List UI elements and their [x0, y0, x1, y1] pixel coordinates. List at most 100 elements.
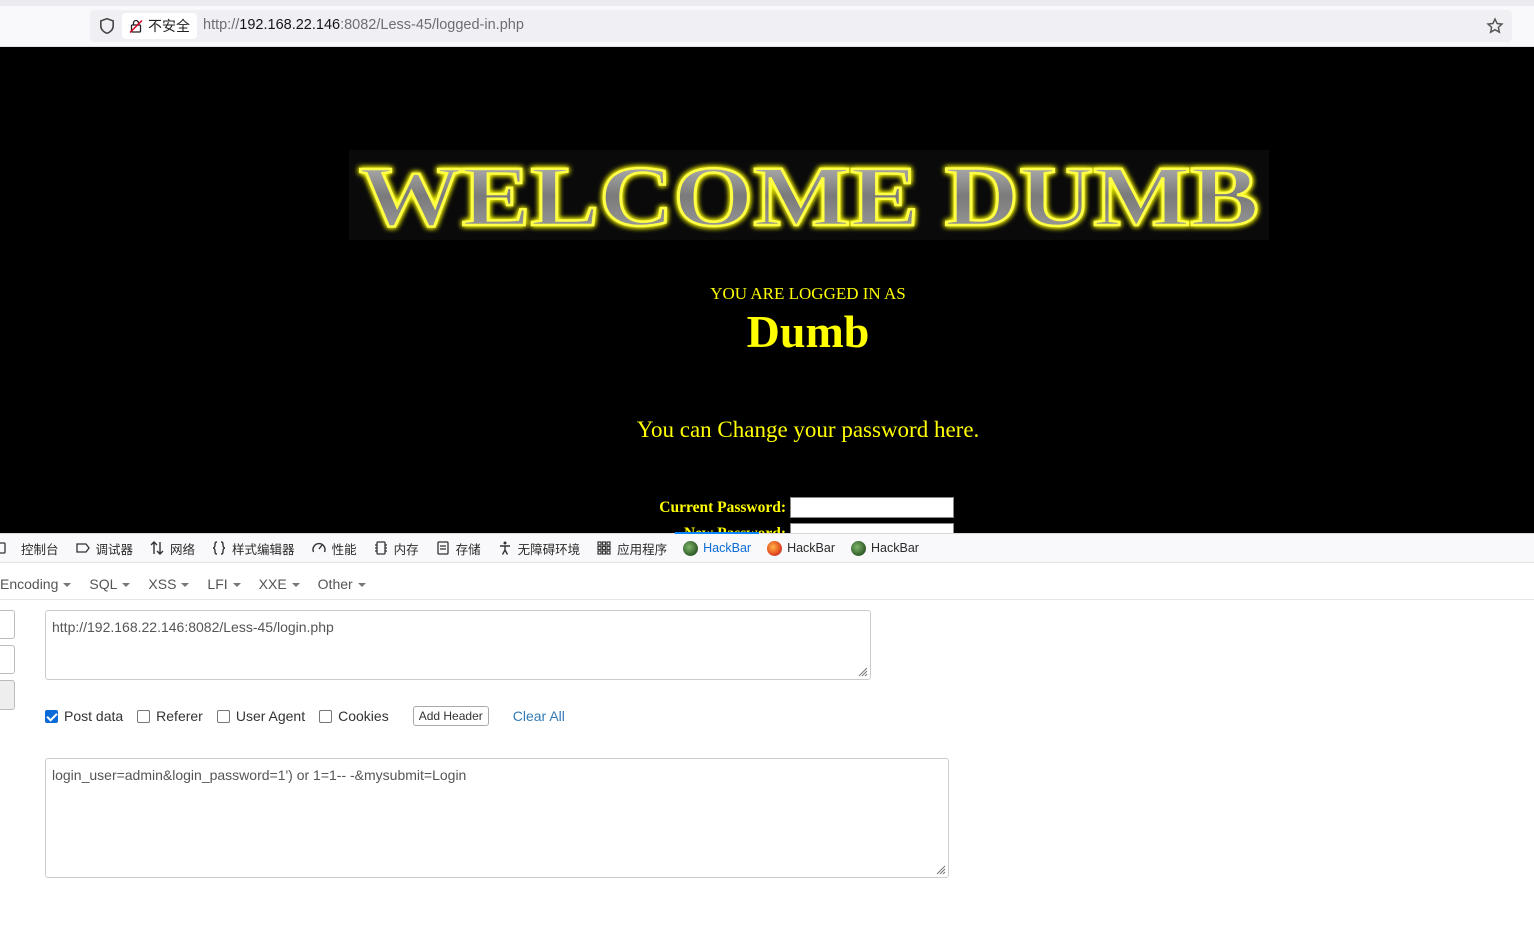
security-indicator[interactable]: 不安全: [122, 13, 197, 39]
split-url-button[interactable]: [0, 645, 15, 674]
new-password-input[interactable]: [790, 523, 954, 533]
username-display: Dumb: [746, 306, 870, 357]
change-password-text: You can Change your password here.: [636, 417, 980, 442]
menu-label: LFI: [207, 576, 228, 592]
devtools-tab-bar: 控制台 调试器 网络 样式编辑器 性能 内存 存储 无障碍环境 应用程序 Hac…: [0, 532, 1534, 563]
tab-label: HackBar: [703, 541, 752, 555]
referer-checkbox[interactable]: [137, 709, 151, 723]
caret-down-icon: [181, 583, 190, 587]
menu-label: XXE: [258, 576, 287, 592]
tab-hackbar-3[interactable]: HackBar: [843, 534, 927, 562]
menu-label: XSS: [148, 576, 177, 592]
console-icon: [0, 542, 6, 554]
post-data-option[interactable]: Post data: [45, 708, 123, 724]
cookies-option[interactable]: Cookies: [319, 708, 389, 724]
tab-label: 性能: [331, 542, 357, 557]
referer-option[interactable]: Referer: [137, 708, 203, 724]
style-editor-icon: [212, 541, 226, 555]
current-password-row: Current Password:: [594, 497, 954, 518]
menu-other[interactable]: Other: [309, 576, 375, 592]
performance-icon: [311, 542, 326, 553]
tab-console[interactable]: 控制台: [0, 534, 67, 562]
current-password-label: Current Password:: [659, 498, 786, 516]
load-url-button[interactable]: [0, 610, 15, 639]
current-password-input[interactable]: [790, 497, 954, 518]
url-path: :8082/Less-45/logged-in.php: [340, 17, 524, 33]
logged-in-label: YOU ARE LOGGED IN AS: [710, 284, 906, 303]
url-textarea-value: http://192.168.22.146:8082/Less-45/login…: [52, 619, 334, 635]
option-label: Post data: [64, 708, 124, 724]
caret-down-icon: [232, 583, 241, 587]
memory-icon: [374, 541, 387, 555]
tab-hackbar-1[interactable]: HackBar: [675, 532, 760, 562]
tab-label: 内存: [393, 542, 419, 557]
menu-label: SQL: [89, 576, 118, 592]
tab-label: 调试器: [95, 542, 134, 557]
option-label: User Agent: [235, 708, 306, 724]
tab-label: 控制台: [21, 542, 59, 557]
tab-label: 无障碍环境: [517, 542, 581, 557]
tab-memory[interactable]: 内存: [365, 534, 427, 562]
menu-label: Other: [317, 576, 353, 592]
url-host: 192.168.22.146: [239, 17, 341, 33]
menu-lfi[interactable]: LFI: [198, 576, 249, 592]
hackbar-orange-icon: [767, 540, 783, 556]
bookmark-star-icon[interactable]: [1486, 17, 1504, 35]
tab-label: 应用程序: [617, 542, 668, 557]
execute-button[interactable]: [0, 680, 15, 710]
caret-down-icon: [291, 583, 300, 587]
tab-storage[interactable]: 存储: [427, 534, 489, 562]
hackbar-menu: Encoding SQL XSS LFI XXE Other: [0, 569, 1534, 600]
welcome-banner-text: WELCOME DUMB: [359, 150, 1259, 240]
network-icon: [150, 541, 164, 555]
add-header-button[interactable]: Add Header: [412, 706, 489, 726]
user-agent-option[interactable]: User Agent: [216, 708, 306, 724]
tab-hackbar-2[interactable]: HackBar: [759, 534, 843, 562]
tab-label: 样式编辑器: [232, 542, 295, 557]
debugger-icon: [75, 543, 90, 553]
clear-all-link[interactable]: Clear All: [513, 708, 565, 724]
menu-xss[interactable]: XSS: [139, 576, 198, 592]
tab-performance[interactable]: 性能: [303, 534, 365, 562]
tab-label: 存储: [455, 542, 481, 557]
storage-icon: [436, 541, 449, 555]
post-data-checkbox[interactable]: [45, 709, 58, 723]
shield-icon[interactable]: [98, 17, 116, 35]
caret-down-icon: [63, 583, 72, 587]
tab-strip-edge: [0, 0, 1534, 6]
tab-debugger[interactable]: 调试器: [67, 534, 142, 562]
application-icon: [597, 541, 611, 555]
option-label: Cookies: [338, 708, 389, 724]
resize-grip-icon[interactable]: [934, 863, 946, 875]
new-password-row: New Password:: [594, 523, 954, 533]
welcome-banner-image: WELCOME DUMB: [349, 150, 1269, 240]
post-data-value: login_user=admin&login_password=1') or 1…: [52, 767, 467, 783]
menu-encoding[interactable]: Encoding: [0, 576, 80, 592]
tab-network[interactable]: 网络: [141, 534, 203, 562]
menu-sql[interactable]: SQL: [80, 576, 139, 592]
security-label: 不安全: [148, 18, 190, 34]
menu-label: Encoding: [0, 576, 59, 592]
cookies-checkbox[interactable]: [319, 709, 333, 723]
accessibility-icon: [499, 541, 510, 555]
tab-style-editor[interactable]: 样式编辑器: [203, 534, 303, 562]
url-text[interactable]: http://192.168.22.146:8082/Less-45/logge…: [203, 17, 524, 33]
caret-down-icon: [122, 583, 131, 587]
hackbar-options: Post data Referer User Agent Cookies Add…: [45, 705, 565, 727]
post-data-textarea[interactable]: login_user=admin&login_password=1') or 1…: [45, 758, 949, 878]
hackbar-green-icon: [851, 540, 867, 556]
tab-accessibility[interactable]: 无障碍环境: [489, 534, 589, 562]
resize-grip-icon[interactable]: [856, 665, 868, 677]
browser-toolbar: 不安全 http://192.168.22.146:8082/Less-45/l…: [0, 0, 1534, 47]
web-page: WELCOME DUMB YOU ARE LOGGED IN AS Dumb Y…: [0, 47, 1534, 533]
tab-label: HackBar: [787, 541, 836, 555]
menu-xxe[interactable]: XXE: [250, 576, 309, 592]
url-textarea[interactable]: http://192.168.22.146:8082/Less-45/login…: [45, 610, 871, 680]
tab-label: HackBar: [871, 541, 919, 555]
caret-down-icon: [357, 583, 366, 587]
option-label: Referer: [156, 708, 203, 724]
hackbar-green-icon: [683, 540, 699, 556]
tab-application[interactable]: 应用程序: [588, 534, 675, 562]
user-agent-checkbox[interactable]: [216, 709, 230, 723]
url-bar[interactable]: 不安全 http://192.168.22.146:8082/Less-45/l…: [90, 10, 1512, 42]
